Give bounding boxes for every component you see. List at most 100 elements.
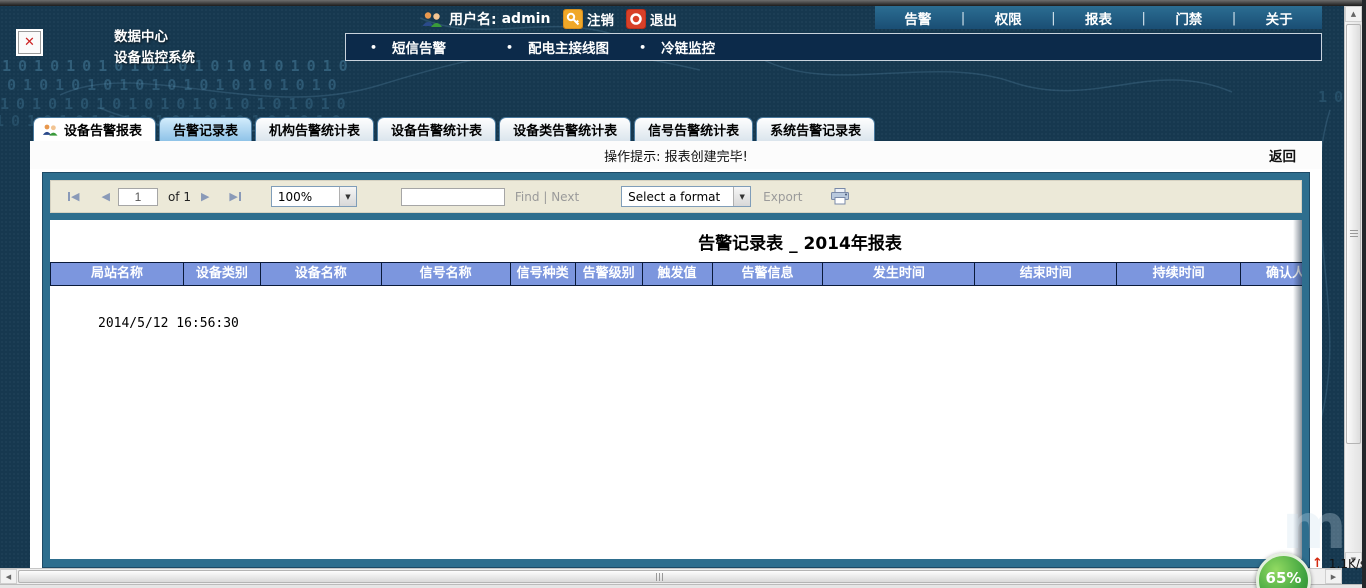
first-page-button[interactable]: ◀ xyxy=(68,190,79,203)
username-label: 用户名: xyxy=(449,9,497,29)
column-header-duration: 持续时间 xyxy=(1117,263,1241,285)
column-header-device-category: 设备类别 xyxy=(184,263,261,285)
bullet-icon: • xyxy=(370,41,377,54)
submenu-item-power-diagram[interactable]: 配电主接线图 xyxy=(528,37,609,57)
select-arrow-glyph: ▼ xyxy=(345,193,350,201)
exit-button[interactable]: 退出 xyxy=(626,8,677,30)
report-viewer-toolbar: ◀ ◀ of 1 ▶ ▶ 100% ▼ Find xyxy=(50,180,1302,213)
report-tabs: 设备告警报表 告警记录表 机构告警统计表 设备告警统计表 设备类告警统计表 信号… xyxy=(33,117,875,141)
column-header-trigger-value: 触发值 xyxy=(643,263,713,285)
tab-device-type-alarm-stats[interactable]: 设备类告警统计表 xyxy=(499,117,631,141)
page-count-label: of 1 xyxy=(168,190,191,204)
vertical-scrollbar[interactable]: ▲ ▼ xyxy=(1344,6,1362,568)
report-table-header-row: 局站名称 设备类别 设备名称 信号名称 信号种类 告警级别 触发值 告警信息 发… xyxy=(50,262,1302,286)
menu-item-permission[interactable]: 权限 xyxy=(965,8,1051,28)
previous-page-button[interactable]: ◀ xyxy=(101,190,109,203)
top-menu-bar: 告警 | 权限 | 报表 | 门禁 | 关于 xyxy=(875,6,1322,29)
tab-signal-alarm-stats[interactable]: 信号告警统计表 xyxy=(634,117,753,141)
report-content: 告警记录表 _ 2014年报表 局站名称 设备类别 设备名称 信号名称 信号种类… xyxy=(50,220,1302,559)
report-viewer-frame: ◀ ◀ of 1 ▶ ▶ 100% ▼ Find xyxy=(42,172,1310,568)
tab-device-alarm-report[interactable]: 设备告警报表 xyxy=(33,117,156,141)
vertical-scrollbar-thumb[interactable] xyxy=(1346,24,1361,444)
submenu-item-sms-alarm[interactable]: 短信告警 xyxy=(392,37,446,57)
watermark: m xyxy=(1282,490,1347,563)
tab-label: 设备类告警统计表 xyxy=(513,120,617,139)
column-header-alarm-level: 告警级别 xyxy=(576,263,643,285)
content-panel: 操作提示: 报表创建完毕! 返回 ◀ ◀ of 1 ▶ ▶ 100% xyxy=(30,141,1322,568)
previous-page-arrow-icon: ◀ xyxy=(101,190,109,203)
binary-texture: 101010101010101010101010 xyxy=(0,95,348,113)
scroll-up-button[interactable]: ▲ xyxy=(1345,6,1362,22)
username-value: admin xyxy=(502,11,551,27)
column-header-confirmer: 确认人 xyxy=(1241,263,1302,285)
horizontal-scrollbar[interactable]: ◀ ▶ xyxy=(0,568,1342,584)
column-header-end-time: 结束时间 xyxy=(975,263,1117,285)
export-link[interactable]: Export xyxy=(763,190,802,204)
find-link[interactable]: Find xyxy=(515,190,540,204)
tab-alarm-record[interactable]: 告警记录表 xyxy=(159,117,252,141)
submenu-item-cold-chain[interactable]: 冷链监控 xyxy=(661,37,715,57)
system-title-line2: 设备监控系统 xyxy=(114,48,195,69)
scroll-left-button[interactable]: ◀ xyxy=(0,569,17,584)
column-header-occur-time: 发生时间 xyxy=(823,263,975,285)
upload-arrow-icon: ↑ xyxy=(1312,556,1323,571)
zoom-value: 100% xyxy=(278,190,312,204)
menu-item-access-control[interactable]: 门禁 xyxy=(1146,8,1232,28)
tab-label: 告警记录表 xyxy=(173,120,238,139)
find-next-links[interactable]: Find | Next xyxy=(515,190,579,204)
column-header-signal-type: 信号种类 xyxy=(511,263,576,285)
next-page-button[interactable]: ▶ xyxy=(201,190,209,203)
up-arrow-icon: ▲ xyxy=(1351,10,1356,18)
zoom-select[interactable]: 100% ▼ xyxy=(271,186,357,207)
right-arrow-icon: ▶ xyxy=(1331,573,1336,581)
tab-device-alarm-stats[interactable]: 设备告警统计表 xyxy=(377,117,496,141)
logout-button[interactable]: 注销 xyxy=(563,8,614,30)
next-page-arrow-icon: ▶ xyxy=(201,190,209,203)
tab-org-alarm-stats[interactable]: 机构告警统计表 xyxy=(255,117,374,141)
menu-item-about[interactable]: 关于 xyxy=(1236,8,1322,28)
left-arrow-icon: ◀ xyxy=(6,573,11,581)
network-speed-indicator: ↑ 1.1K/s xyxy=(1312,556,1366,571)
thumb-grip xyxy=(656,573,663,581)
find-text-input[interactable] xyxy=(401,188,505,206)
broken-image-icon: ✕ xyxy=(16,29,43,56)
system-title-line1: 数据中心 xyxy=(114,27,195,48)
column-header-station-name: 局站名称 xyxy=(51,263,184,285)
horizontal-scrollbar-thumb[interactable] xyxy=(18,570,1306,583)
next-link[interactable]: Next xyxy=(551,190,579,204)
users-icon xyxy=(420,11,444,28)
menu-item-report[interactable]: 报表 xyxy=(1056,8,1142,28)
users-icon xyxy=(41,123,59,137)
format-value: Select a format xyxy=(628,190,720,204)
exit-label: 退出 xyxy=(650,9,677,29)
chevron-down-icon: ▼ xyxy=(733,187,750,206)
power-icon xyxy=(626,9,646,29)
first-page-arrow-icon: ◀ xyxy=(71,190,79,203)
first-page-bar xyxy=(68,192,70,201)
menu-item-alarm[interactable]: 告警 xyxy=(875,8,961,28)
key-icon xyxy=(563,9,583,29)
last-page-button[interactable]: ▶ xyxy=(229,190,240,203)
broken-image-glyph: ✕ xyxy=(24,35,35,50)
scroll-right-button[interactable]: ▶ xyxy=(1325,569,1342,584)
bullet-icon: • xyxy=(506,41,513,54)
report-generated-timestamp: 2014/5/12 16:56:30 xyxy=(98,316,1302,331)
back-link[interactable]: 返回 xyxy=(1269,145,1296,165)
print-button[interactable] xyxy=(830,188,850,205)
page-number-input[interactable] xyxy=(118,188,158,206)
sub-menu-bar: • 短信告警 • 配电主接线图 • 冷链监控 xyxy=(345,33,1322,61)
export-format-select[interactable]: Select a format ▼ xyxy=(621,186,751,207)
chevron-down-icon: ▼ xyxy=(339,187,356,206)
window-bottom-edge xyxy=(0,584,1366,588)
window-right-edge xyxy=(1362,0,1366,588)
thumb-grip xyxy=(1350,230,1358,239)
tab-system-alarm-record[interactable]: 系统告警记录表 xyxy=(756,117,875,141)
tab-label: 信号告警统计表 xyxy=(648,120,739,139)
user-info: 用户名: admin xyxy=(420,8,550,30)
tab-label: 设备告警报表 xyxy=(64,120,142,139)
printer-icon xyxy=(830,188,850,205)
bullet-icon: • xyxy=(639,41,646,54)
operation-hint: 操作提示: 报表创建完毕! xyxy=(604,146,748,165)
hint-bar: 操作提示: 报表创建完毕! 返回 xyxy=(30,141,1322,169)
logout-label: 注销 xyxy=(587,9,614,29)
